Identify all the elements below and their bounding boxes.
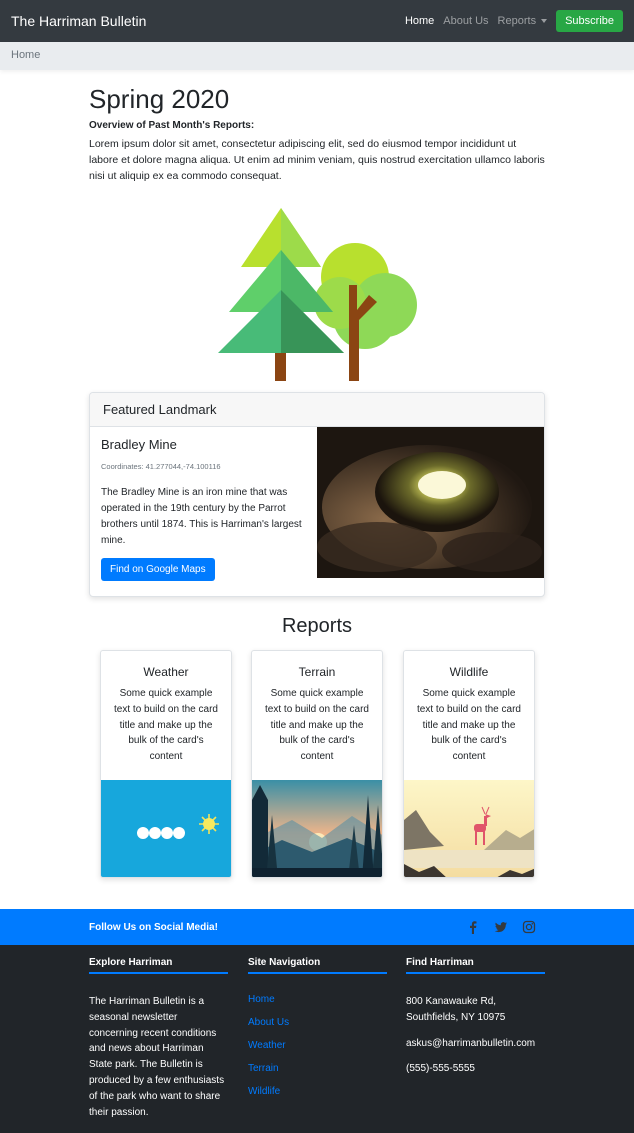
twitter-icon[interactable] — [494, 920, 508, 934]
facebook-icon[interactable] — [466, 920, 480, 934]
social-bar: Follow Us on Social Media! — [0, 909, 634, 945]
report-card-weather[interactable]: Weather Some quick example text to build… — [100, 650, 232, 878]
report-card-text: Some quick example text to build on the … — [265, 688, 369, 763]
subscribe-button[interactable]: Subscribe — [556, 10, 623, 32]
google-maps-button[interactable]: Find on Google Maps — [101, 558, 215, 581]
trees-illustration — [218, 208, 417, 381]
nav-link-home[interactable]: Home — [405, 15, 434, 27]
footer-link-about[interactable]: About Us — [248, 1017, 387, 1028]
featured-card-text: Bradley Mine Coordinates: 41.277044,-74.… — [101, 437, 306, 581]
page-title: Spring 2020 — [89, 84, 230, 114]
report-card-title: Terrain — [298, 665, 336, 679]
report-card-wildlife[interactable]: Wildlife Some quick example text to buil… — [403, 650, 535, 878]
intro-paragraph: Lorem ipsum dolor sit amet, consectetur … — [89, 138, 545, 182]
footer-about-heading: Explore Harriman — [89, 957, 228, 974]
nav-dropdown-reports[interactable]: Reports — [498, 15, 548, 27]
footer-find-heading: Find Harriman — [406, 957, 545, 974]
caret-down-icon — [541, 19, 548, 24]
navbar: The Harriman Bulletin Home About Us Repo… — [0, 0, 634, 42]
footer-nav-heading: Site Navigation — [248, 957, 387, 974]
mine-photo — [317, 427, 544, 578]
footer-link-home[interactable]: Home — [248, 994, 387, 1005]
footer-link-terrain[interactable]: Terrain — [248, 1063, 387, 1074]
report-card-text: Some quick example text to build on the … — [114, 688, 218, 763]
featured-card-header: Featured Landmark — [90, 393, 544, 427]
social-heading: Follow Us on Social Media! — [89, 921, 218, 933]
footer-link-weather[interactable]: Weather — [248, 1040, 387, 1051]
address-line-1: 800 Kanawauke Rd, — [406, 996, 497, 1007]
brand-link[interactable]: The Harriman Bulletin — [11, 13, 146, 29]
footer-find-column: Find Harriman 800 Kanawauke Rd, Southfie… — [406, 957, 545, 1077]
breadcrumb-item-home: Home — [11, 49, 41, 61]
report-card-title: Wildlife — [449, 665, 489, 679]
wildlife-illustration — [404, 780, 534, 877]
footer-about-text: The Harriman Bulletin is a seasonal news… — [89, 996, 225, 1118]
social-icons — [466, 920, 550, 934]
report-card-text: Some quick example text to build on the … — [417, 688, 521, 763]
report-card-terrain[interactable]: Terrain Some quick example text to build… — [251, 650, 383, 878]
landmark-description: The Bradley Mine is an iron mine that wa… — [101, 487, 302, 546]
footer: Explore Harriman The Harriman Bulletin i… — [0, 945, 634, 1133]
nav-dropdown-label: Reports — [497, 15, 537, 27]
page-subtitle: Overview of Past Month's Reports: — [89, 120, 255, 131]
nav-link-about[interactable]: About Us — [443, 15, 488, 27]
reports-heading: Reports — [281, 615, 353, 637]
address-line-2: Southfields, NY 10975 — [406, 1011, 506, 1023]
report-card-title: Weather — [143, 665, 189, 679]
footer-address: 800 Kanawauke Rd, Southfields, NY 10975 — [406, 994, 545, 1026]
footer-link-wildlife[interactable]: Wildlife — [248, 1086, 387, 1097]
landmark-coordinates: Coordinates: 41.277044,-74.100116 — [101, 462, 221, 471]
breadcrumb: Home — [0, 42, 634, 70]
nav-menu: Home About Us Reports Subscribe — [396, 10, 623, 32]
footer-email[interactable]: askus@harrimanbulletin.com — [406, 1036, 545, 1052]
intro-section: Spring 2020 Overview of Past Month's Rep… — [89, 82, 545, 184]
landmark-title: Bradley Mine — [101, 437, 177, 452]
terrain-illustration — [252, 780, 382, 877]
featured-landmark-card: Featured Landmark Bradley Mine Coordinat… — [89, 392, 545, 597]
footer-phone: (555)-555-5555 — [406, 1063, 475, 1075]
instagram-icon[interactable] — [522, 920, 536, 934]
weather-illustration — [101, 780, 231, 877]
footer-about-column: Explore Harriman The Harriman Bulletin i… — [89, 957, 228, 1120]
footer-nav-column: Site Navigation Home About Us Weather Te… — [248, 957, 387, 1097]
